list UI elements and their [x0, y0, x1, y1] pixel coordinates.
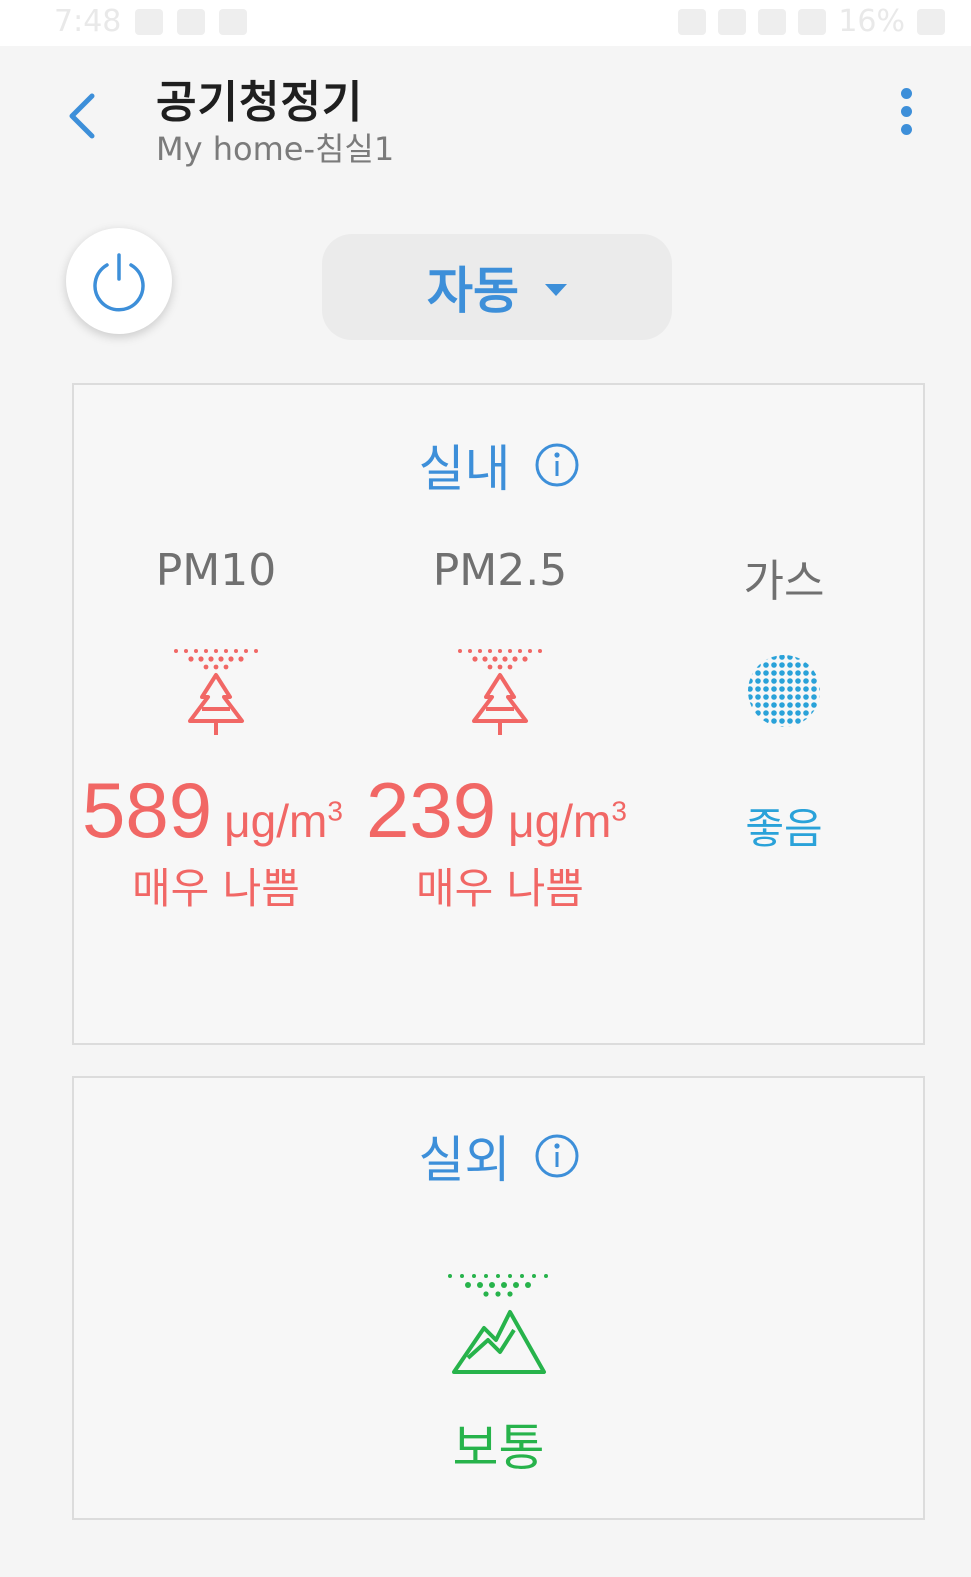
dropdown-caret-icon [545, 284, 567, 296]
battery-percent: 16% [838, 4, 905, 39]
battery-icon [917, 8, 945, 35]
pm10-value-row: 589 μg/m3 [82, 765, 343, 856]
pm25-value: 239 [366, 766, 497, 854]
pm25-unit: μg/m3 [508, 795, 627, 847]
mountain-dust-icon [448, 1274, 548, 1374]
device-location: My home-침실1 [156, 130, 395, 168]
tree-dust-icon [458, 649, 542, 735]
metric-label: PM10 [155, 545, 277, 596]
back-icon [69, 93, 95, 139]
outdoor-title: 실외 [418, 1131, 511, 1189]
pm25-value-row: 239 μg/m3 [366, 765, 627, 856]
mode-dropdown[interactable]: 자동 [322, 234, 672, 340]
gas-status: 좋음 [745, 804, 823, 853]
notification-icon [219, 8, 248, 35]
bluetooth-icon [718, 8, 747, 35]
pm10-unit: μg/m3 [224, 795, 343, 847]
pm25-status: 매우 나쁨 [416, 864, 584, 913]
power-icon [93, 253, 145, 312]
metric-label: PM2.5 [432, 545, 568, 596]
info-icon [535, 1134, 578, 1178]
page-title: 공기청정기 [156, 77, 364, 128]
metric-label: 가스 [743, 556, 825, 607]
more-options-button[interactable] [888, 88, 924, 144]
outdoor-status: 보통 [452, 1419, 545, 1477]
outdoor-info-button[interactable] [535, 1134, 579, 1178]
gas-dots-icon [748, 655, 820, 727]
status-time: 7:48 [54, 4, 122, 39]
power-button[interactable] [66, 228, 172, 334]
indoor-card: 실내 PM10 589 μg/m3 매우 나쁨 PM2.5 239 μg/m3 … [72, 383, 925, 1045]
mode-label: 자동 [427, 262, 519, 320]
outdoor-card: 실외 보통 [72, 1076, 925, 1520]
alarm-icon [678, 8, 707, 35]
gallery-icon [135, 8, 164, 35]
metric-pm25: PM2.5 239 μg/m3 매우 나쁨 [358, 385, 642, 985]
metric-pm10: PM10 589 μg/m3 매우 나쁨 [74, 385, 358, 985]
signal-icon [798, 8, 827, 35]
wifi-icon [758, 8, 787, 35]
app-bar: 공기청정기 My home-침실1 [0, 46, 971, 186]
back-button[interactable] [56, 82, 112, 146]
pm10-value: 589 [82, 766, 213, 854]
pm10-status: 매우 나쁨 [132, 864, 300, 913]
tree-dust-icon [174, 649, 258, 735]
metric-gas: 가스 좋음 [642, 385, 926, 985]
more-icon [888, 88, 924, 135]
status-bar: 7:48 16% [0, 0, 971, 46]
cloud-icon [177, 8, 206, 35]
